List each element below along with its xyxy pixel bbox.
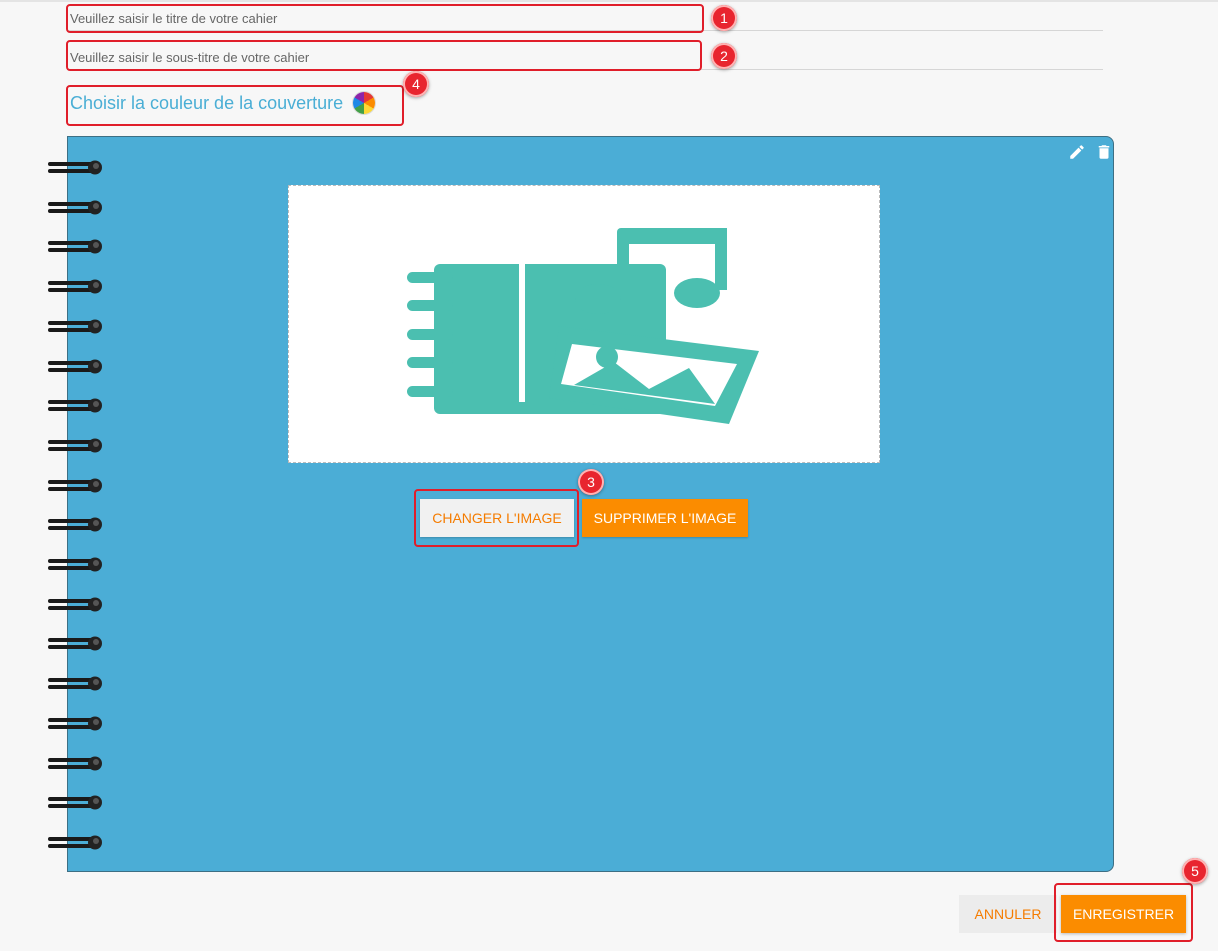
spiral-ring	[48, 279, 104, 295]
spiral-ring	[48, 676, 104, 692]
highlight-box-4	[66, 85, 404, 126]
spiral-ring	[48, 716, 104, 732]
pencil-icon[interactable]	[1068, 143, 1086, 161]
delete-image-button[interactable]: SUPPRIMER L'IMAGE	[582, 499, 748, 537]
top-divider	[0, 0, 1218, 2]
spiral-ring	[48, 835, 104, 851]
spiral-ring	[48, 517, 104, 533]
spiral-ring	[48, 359, 104, 375]
cancel-button[interactable]: ANNULER	[959, 895, 1057, 933]
trash-icon[interactable]	[1095, 143, 1113, 161]
spiral-ring	[48, 478, 104, 494]
spiral-ring	[48, 636, 104, 652]
spiral-ring	[48, 398, 104, 414]
highlight-box-1	[66, 4, 704, 33]
annotation-marker-1: 1	[711, 5, 737, 31]
spiral-ring	[48, 756, 104, 772]
highlight-box-5	[1054, 883, 1193, 942]
notebook-music-image-icon	[407, 228, 759, 424]
spiral-ring	[48, 597, 104, 613]
annotation-marker-4: 4	[403, 71, 429, 97]
highlight-box-2	[66, 40, 702, 71]
highlight-box-3	[414, 489, 579, 547]
annotation-marker-3: 3	[578, 469, 604, 495]
annotation-marker-2: 2	[711, 43, 737, 69]
spiral-ring	[48, 160, 104, 176]
spiral-ring	[48, 557, 104, 573]
cover-image-preview	[288, 185, 880, 463]
spiral-ring	[48, 239, 104, 255]
annotation-marker-5: 5	[1182, 858, 1208, 884]
spiral-ring	[48, 200, 104, 216]
spiral-ring	[48, 438, 104, 454]
spiral-ring	[48, 795, 104, 811]
spiral-ring	[48, 319, 104, 335]
